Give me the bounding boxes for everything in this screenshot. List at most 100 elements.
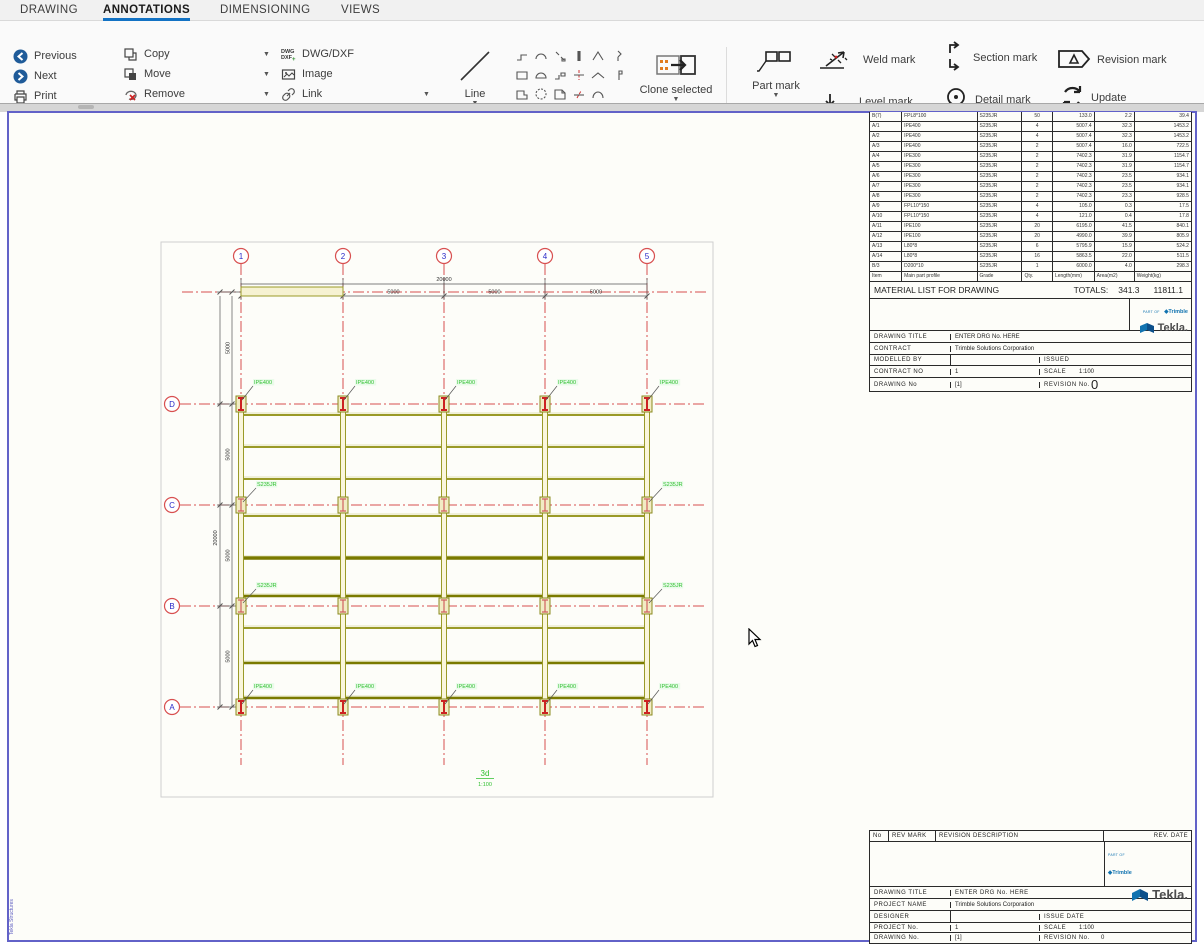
ribbon: Previous Next Print Close Copy Move Remo… [0,21,1204,103]
material-row: A/9FPL10*150S235JR4105.00.317.5 [870,202,1191,212]
material-row: A/13L80*8S235JR65795.915.9524.2 [870,242,1191,252]
dwg-dxf-button[interactable]: DWGDXF+ DWG/DXF [280,45,354,63]
svg-text:IPE400: IPE400 [558,684,576,690]
ribbon-grip[interactable] [78,105,94,109]
svg-text:IPE400: IPE400 [356,380,374,386]
title-block-bottom[interactable]: No REV MARK REVISION DESCRIPTION REV. DA… [869,830,1192,944]
line-icon [455,76,495,88]
centerline-icon[interactable] [569,65,588,84]
folded-page-icon[interactable] [550,84,569,103]
image-button[interactable]: Image [280,65,333,83]
plan-view-label: 3d1:100 [476,769,494,788]
angle-icon[interactable] [588,46,607,65]
material-row: A/3IPE400S235JR25007.416.0722.5 [870,142,1191,152]
dashed-circle-icon[interactable] [531,84,550,103]
svg-text:DXF: DXF [281,55,293,61]
move-button[interactable]: Move [122,65,171,83]
tab-dimensioning[interactable]: DIMENSIONING [220,0,310,21]
leader-flag-icon[interactable] [607,65,626,84]
polyline-icon[interactable] [512,46,531,65]
next-circle-icon [12,68,29,85]
link-dropdown-caret[interactable]: ▼ [423,91,430,98]
svg-text:3d: 3d [481,769,490,778]
tekla-logo-cell: PART OF ◆Trimble Tekla. [1129,299,1191,330]
weld-mark-button[interactable]: Weld mark [818,51,915,69]
rectangle-icon[interactable] [512,65,531,84]
material-row: A/6IPE300S235JR27402.323.5934.1 [870,172,1191,182]
svg-text:5000: 5000 [226,448,232,460]
move-dropdown-caret[interactable]: ▼ [263,71,270,78]
material-row: A/1IPE400S235JR45007.432.31453.2 [870,122,1191,132]
link-button[interactable]: Link [280,85,322,103]
part-mark-dropdown-caret[interactable]: ▼ [744,92,808,99]
revision-space: PART OF◆Trimble Tekla. [870,842,1191,887]
material-row: B(7)FPL8*100S235JR50133.02.239.4 [870,112,1191,122]
svg-text:5: 5 [645,252,650,261]
drawing-no-row: DRAWING No [1] REVISION No. 0 [870,378,1191,391]
mouse-cursor [748,628,762,653]
next-button[interactable]: Next [12,67,57,85]
copy-icon [122,46,139,63]
sketch-flag-icon[interactable] [550,65,569,84]
part-mark-icon [756,68,796,80]
previous-label: Previous [34,50,77,62]
plan-view[interactable]: 2000050005000500050002000050005000500050… [155,238,720,803]
revision-mark-icon [1056,48,1092,73]
copy-dropdown-caret[interactable]: ▼ [263,51,270,58]
designer-row: DESIGNER ISSUE DATE [870,911,1191,923]
trimble-logo: ◆Trimble [1164,309,1188,315]
copy-button[interactable]: Copy [122,45,170,63]
svg-text:IPE400: IPE400 [254,380,272,386]
tekla-drawing-editor: DRAWING ANNOTATIONS DIMENSIONING VIEWS P… [0,0,1204,950]
print-label: Print [34,90,57,102]
section-mark-button[interactable]: Section mark [942,49,1037,67]
dwg-dxf-label: DWG/DXF [302,48,354,60]
clone-dropdown-caret[interactable]: ▼ [636,96,716,103]
remove-label: Remove [144,88,185,100]
previous-button[interactable]: Previous [12,47,77,65]
svg-text:+: + [292,57,296,62]
svg-text:5000: 5000 [387,290,399,296]
printer-icon [12,88,29,105]
tekla-logo-icon-bottom [1131,888,1149,902]
material-row: A/7IPE300S235JR27402.323.5934.1 [870,182,1191,192]
tab-drawing[interactable]: DRAWING [20,0,78,21]
remove-icon [122,86,139,103]
svg-text:S235JR: S235JR [257,482,277,488]
link-icon [280,86,297,103]
polygon-icon[interactable] [512,84,531,103]
closed-arc-icon[interactable] [531,65,550,84]
tab-annotations[interactable]: ANNOTATIONS [103,0,190,21]
svg-text:A: A [169,703,175,712]
svg-text:3: 3 [442,252,447,261]
bent-polyline-icon[interactable] [607,46,626,65]
revision-mark-label: Revision mark [1097,54,1167,66]
svg-text:S235JR: S235JR [663,583,683,589]
remove-button[interactable]: Remove [122,85,185,103]
revision-mark-button[interactable]: Revision mark [1056,51,1167,69]
svg-text:S235JR: S235JR [257,583,277,589]
line-tool-button[interactable]: Line ▼ [452,47,498,107]
remove-dropdown-caret[interactable]: ▼ [263,91,270,98]
wide-angle-icon[interactable] [588,65,607,84]
material-row: A/5IPE300S235JR27402.331.91154.7 [870,162,1191,172]
thick-line-icon[interactable] [569,46,588,65]
project-no-row: PROJECT No. 1 SCALE 1:100 [870,923,1191,933]
material-row: A/11IPE100S235JR206195.041.5840.1 [870,222,1191,232]
material-list-title: MATERIAL LIST FOR DRAWING [870,285,1074,295]
clone-selected-button[interactable]: Clone selected ▼ [636,51,716,103]
tab-views[interactable]: VIEWS [341,0,380,21]
totals-label: TOTALS: [1074,285,1109,295]
material-list-table[interactable]: B(7)FPL8*100S235JR50133.02.239.4A/1IPE40… [869,112,1192,392]
material-rows: B(7)FPL8*100S235JR50133.02.239.4A/1IPE40… [870,112,1191,272]
strike-line-icon[interactable] [569,84,588,103]
open-arc-icon[interactable] [588,84,607,103]
weld-mark-icon [818,46,858,75]
svg-text:2: 2 [341,252,346,261]
tekla-watermark: Tekla Structures [9,855,17,935]
part-mark-button[interactable]: Part mark ▼ [744,49,808,99]
svg-text:5000: 5000 [590,290,602,296]
arc-icon[interactable] [531,46,550,65]
svg-text:S235JR: S235JR [663,482,683,488]
freehand-icon[interactable] [550,46,569,65]
